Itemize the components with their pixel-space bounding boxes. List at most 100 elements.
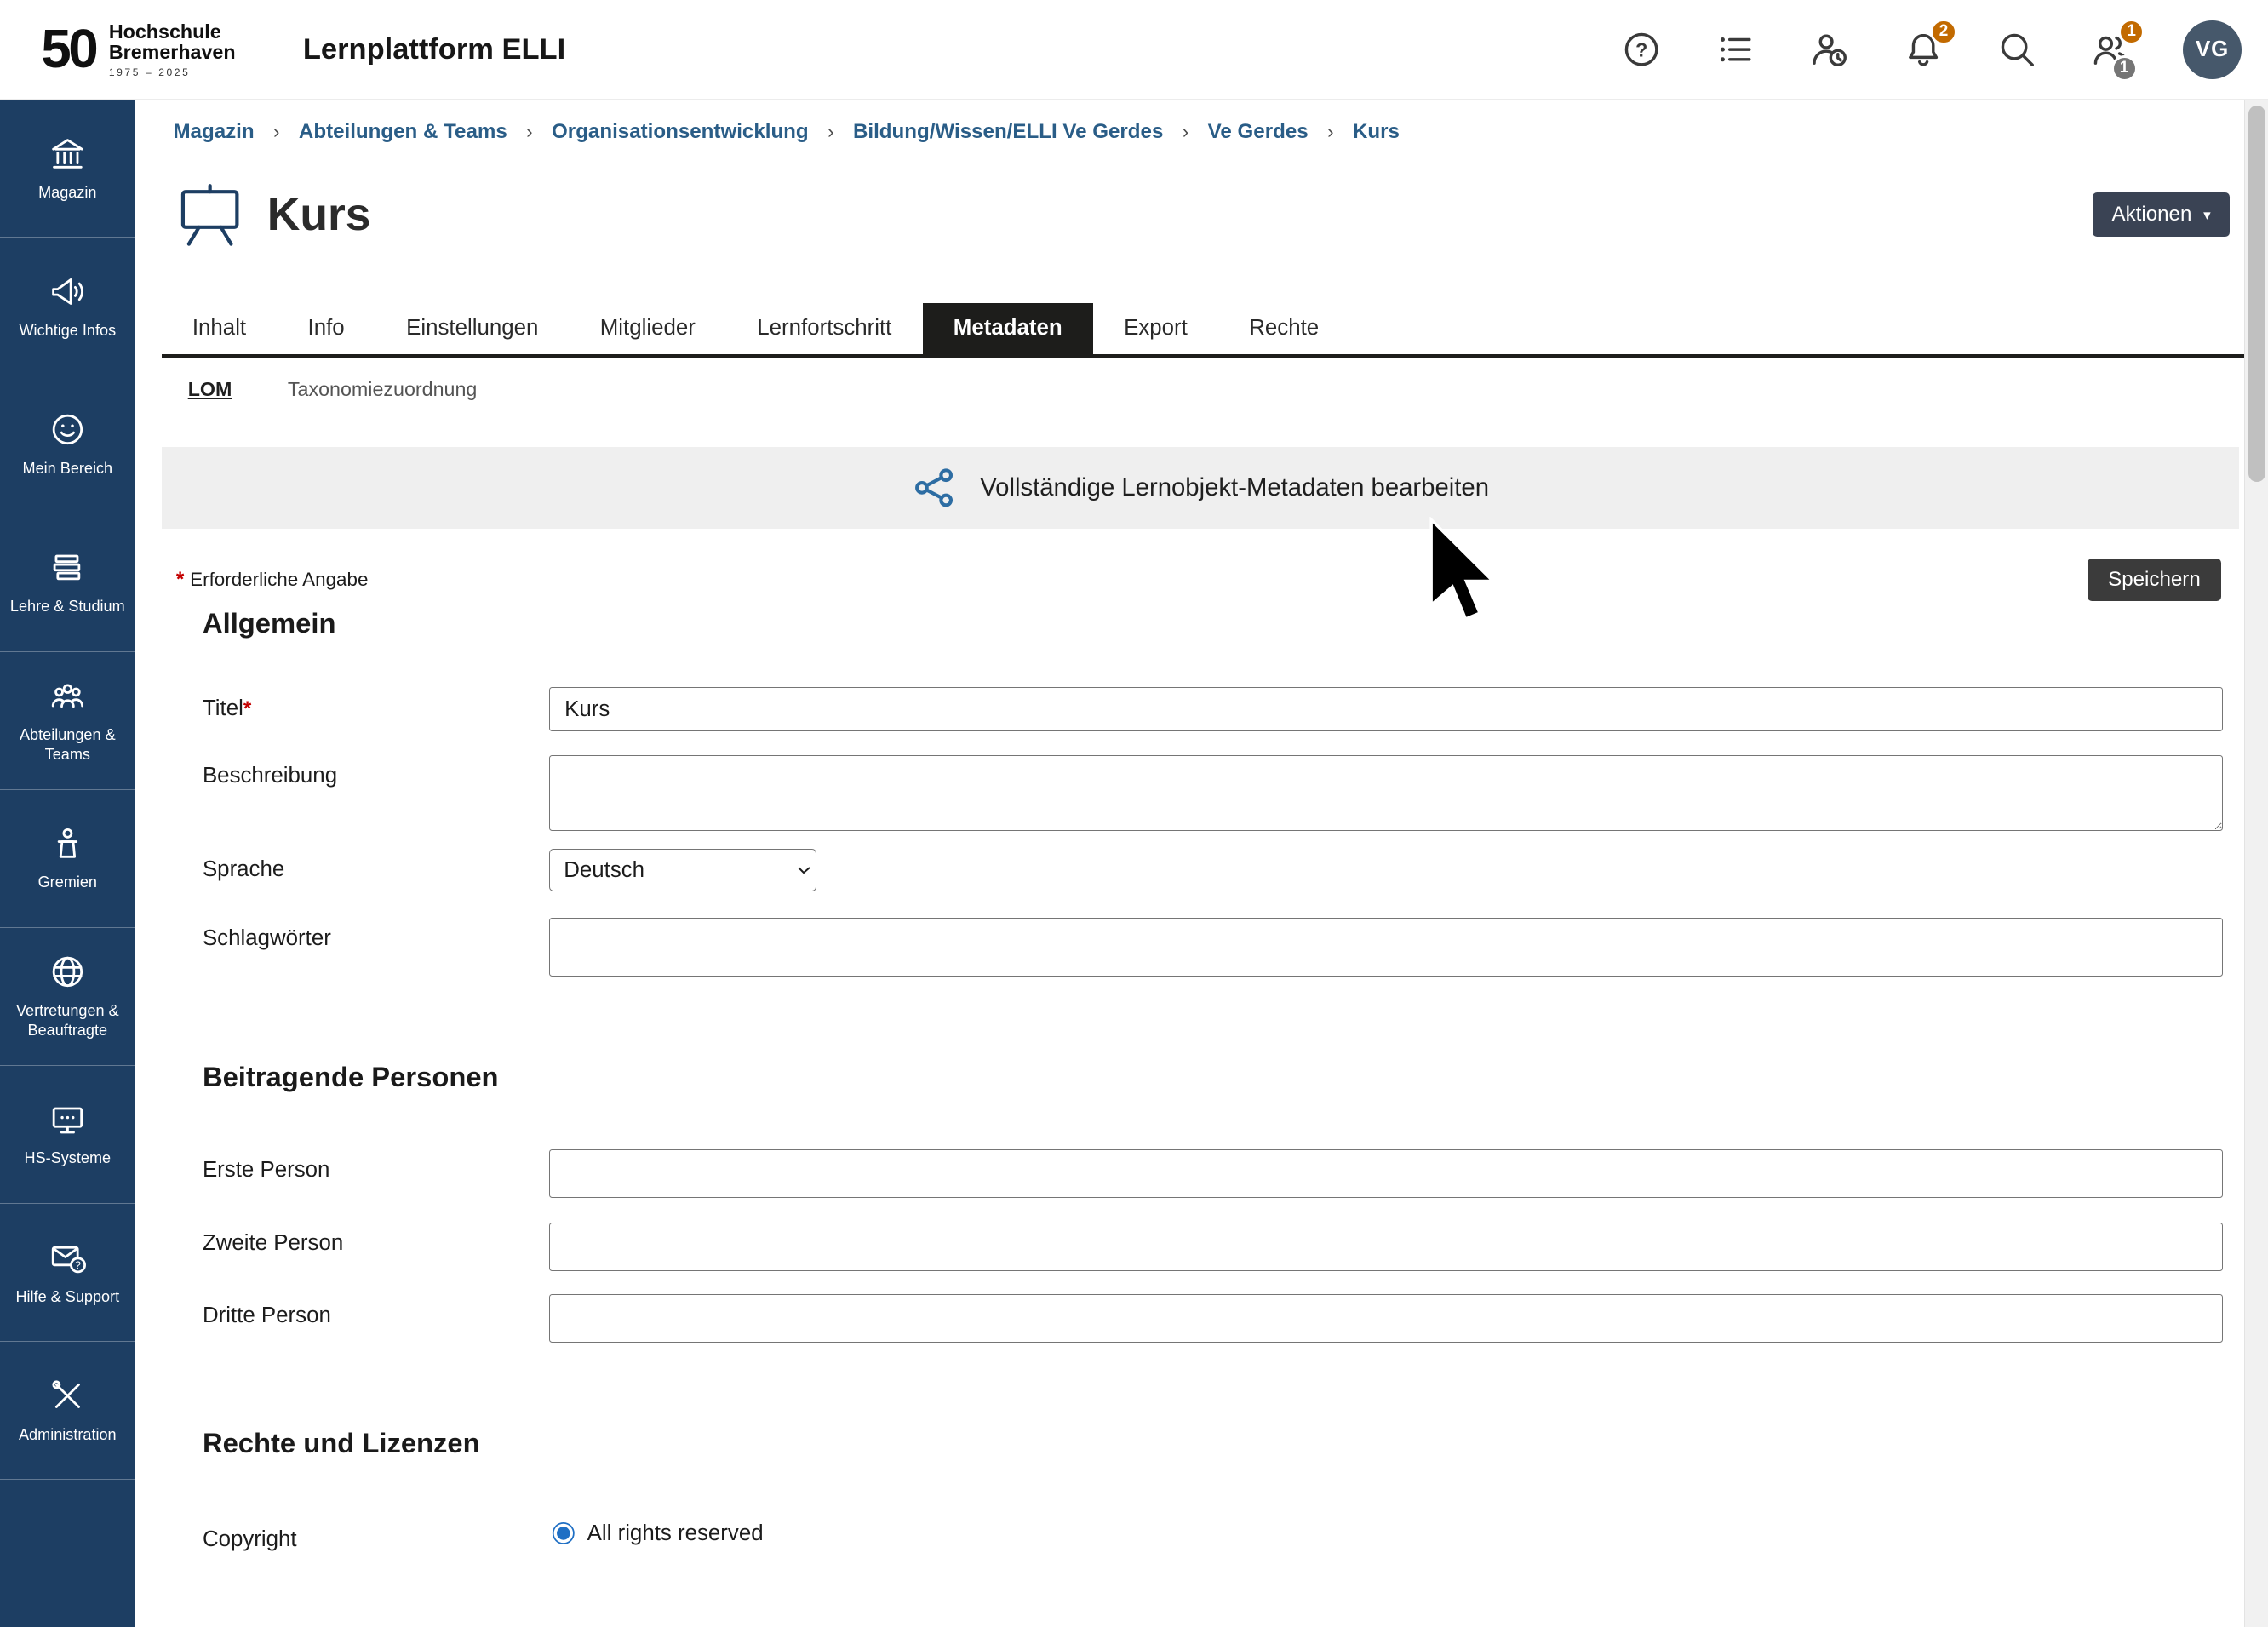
page-title: Kurs: [267, 189, 371, 241]
sidebar-item-hs-systeme[interactable]: HS-Systeme: [0, 1066, 135, 1204]
erste-person-input[interactable]: [549, 1149, 2223, 1198]
subtab-bar: LOM Taxonomiezuordnung: [188, 378, 2245, 404]
main-sidebar: Magazin Wichtige Infos Mein Bereich: [0, 100, 135, 1626]
banner-label: Vollständige Lernobjekt-Metadaten bearbe…: [980, 473, 1489, 502]
search-button[interactable]: [1995, 27, 2039, 72]
tab-metadaten[interactable]: Metadaten: [923, 303, 1093, 355]
bullet-list-icon: [1715, 29, 1755, 70]
chevron-right-icon: ›: [526, 121, 532, 143]
allgemein-section: Titel* Beschreibung Sprache Deutsch: [203, 687, 2223, 977]
required-asterisk: *: [176, 568, 184, 591]
scrollbar-thumb[interactable]: [2248, 106, 2265, 481]
edit-full-metadata-banner[interactable]: Vollständige Lernobjekt-Metadaten bearbe…: [162, 447, 2239, 530]
tab-einstellungen[interactable]: Einstellungen: [375, 303, 570, 355]
logo-number: 50: [41, 22, 95, 77]
aktionen-button[interactable]: Aktionen ▾: [2093, 192, 2230, 237]
contacts-button[interactable]: 1 1: [2089, 27, 2133, 72]
erste-person-row: Erste Person: [203, 1149, 2223, 1198]
breadcrumb-item-kurs[interactable]: Kurs: [1353, 120, 1400, 144]
titel-label: Titel*: [203, 687, 549, 720]
sidebar-item-administration[interactable]: Administration: [0, 1342, 135, 1480]
speichern-button[interactable]: Speichern: [2088, 559, 2221, 601]
breadcrumb-item-abteilungen-teams[interactable]: Abteilungen & Teams: [299, 120, 507, 144]
sidebar-item-vertretungen-beauftragte[interactable]: Vertretungen & Beauftragte: [0, 928, 135, 1066]
app-title: Lernplattform ELLI: [303, 33, 565, 66]
hochschule-bremerhaven-logo[interactable]: 50 Hochschule Bremerhaven 1975 – 2025: [41, 21, 235, 78]
beschreibung-row: Beschreibung: [203, 755, 2223, 838]
tab-rechte[interactable]: Rechte: [1218, 303, 1349, 355]
chevron-right-icon: ›: [1327, 121, 1333, 143]
section-heading-rechte: Rechte und Lizenzen: [203, 1426, 2245, 1460]
chevron-right-icon: ›: [828, 121, 833, 143]
zweite-person-input[interactable]: [549, 1223, 2223, 1271]
contacts-badge: 1: [2118, 19, 2145, 45]
section-heading-beitragende: Beitragende Personen: [203, 1060, 2245, 1094]
zweite-person-row: Zweite Person: [203, 1223, 2223, 1271]
smiley-icon: [49, 410, 87, 449]
tab-export[interactable]: Export: [1093, 303, 1218, 355]
page-title-row: Kurs Aktionen ▾: [176, 182, 2230, 247]
titel-input[interactable]: [549, 687, 2223, 731]
schlagwoerter-row: Schlagwörter: [203, 918, 2223, 977]
copyright-radio[interactable]: [552, 1522, 576, 1546]
sidebar-item-gremien[interactable]: Gremien: [0, 790, 135, 928]
chevron-right-icon: ›: [273, 121, 279, 143]
titel-row: Titel*: [203, 687, 2223, 731]
sprache-select[interactable]: Deutsch: [549, 849, 816, 891]
breadcrumb-item-organisationsentwicklung[interactable]: Organisationsentwicklung: [552, 120, 809, 144]
svg-text:?: ?: [1635, 39, 1647, 61]
sidebar-item-lehre-studium[interactable]: Lehre & Studium: [0, 513, 135, 651]
schlagwoerter-label: Schlagwörter: [203, 918, 549, 951]
app-window: 50 Hochschule Bremerhaven 1975 – 2025 Le…: [0, 0, 2268, 1627]
breadcrumb-item-bildung-wissen[interactable]: Bildung/Wissen/ELLI Ve Gerdes: [853, 120, 1163, 144]
awareness-button[interactable]: [1807, 27, 1852, 72]
contacts-secondary-badge: 1: [2111, 55, 2138, 82]
notifications-button[interactable]: 2: [1901, 27, 1945, 72]
breadcrumb-item-magazin[interactable]: Magazin: [173, 120, 254, 144]
required-asterisk: *: [243, 697, 251, 720]
copyright-label: Copyright: [203, 1518, 549, 1551]
tab-mitglieder[interactable]: Mitglieder: [570, 303, 727, 355]
breadcrumb-item-ve-gerdes[interactable]: Ve Gerdes: [1208, 120, 1309, 144]
erste-person-label: Erste Person: [203, 1149, 549, 1183]
tools-icon: [49, 1377, 87, 1415]
notifications-badge: 2: [1930, 19, 1956, 45]
help-icon: ?: [1621, 29, 1662, 70]
mail-help-icon: ?: [49, 1239, 87, 1277]
copyright-row: Copyright All rights reserved: [203, 1518, 2223, 1551]
tab-info[interactable]: Info: [277, 303, 375, 355]
vertical-scrollbar[interactable]: [2244, 100, 2268, 1626]
dritte-person-row: Dritte Person: [203, 1294, 2223, 1343]
megaphone-icon: [49, 272, 87, 311]
bank-icon: [49, 135, 87, 173]
svg-text:?: ?: [75, 1259, 81, 1271]
subtab-lom[interactable]: LOM: [188, 378, 232, 404]
list-button[interactable]: [1713, 27, 1757, 72]
monitor-icon: [49, 1101, 87, 1139]
sidebar-item-abteilungen-teams[interactable]: Abteilungen & Teams: [0, 652, 135, 790]
sidebar-item-hilfe-support[interactable]: ? Hilfe & Support: [0, 1204, 135, 1342]
user-avatar[interactable]: VG: [2183, 20, 2242, 79]
dritte-person-input[interactable]: [549, 1294, 2223, 1343]
breadcrumb: Magazin › Abteilungen & Teams › Organisa…: [173, 120, 2244, 144]
copyright-option-label: All rights reserved: [587, 1521, 764, 1546]
schlagwoerter-input[interactable]: [549, 918, 2223, 977]
sidebar-item-magazin[interactable]: Magazin: [0, 100, 135, 238]
main-content: Magazin › Abteilungen & Teams › Organisa…: [135, 100, 2245, 1626]
sidebar-item-mein-bereich[interactable]: Mein Bereich: [0, 375, 135, 513]
tab-inhalt[interactable]: Inhalt: [162, 303, 278, 355]
caret-down-icon: ▾: [2203, 208, 2211, 222]
section-heading-allgemein: Allgemein: [203, 606, 2245, 640]
dritte-person-label: Dritte Person: [203, 1294, 549, 1327]
sidebar-item-wichtige-infos[interactable]: Wichtige Infos: [0, 238, 135, 375]
tab-lernfortschritt[interactable]: Lernfortschritt: [726, 303, 923, 355]
beitragende-section: Erste Person Zweite Person Dritte Person: [203, 1149, 2223, 1343]
presentation-board-icon: [176, 182, 243, 247]
zweite-person-label: Zweite Person: [203, 1223, 549, 1256]
help-button[interactable]: ?: [1619, 27, 1664, 72]
logo-text: Hochschule Bremerhaven 1975 – 2025: [109, 21, 236, 78]
beschreibung-textarea[interactable]: [549, 755, 2223, 832]
form-header-row: *Erforderliche Angabe Speichern: [176, 559, 2221, 601]
subtab-taxonomiezuordnung[interactable]: Taxonomiezuordnung: [288, 378, 477, 404]
search-icon: [1996, 29, 2037, 70]
